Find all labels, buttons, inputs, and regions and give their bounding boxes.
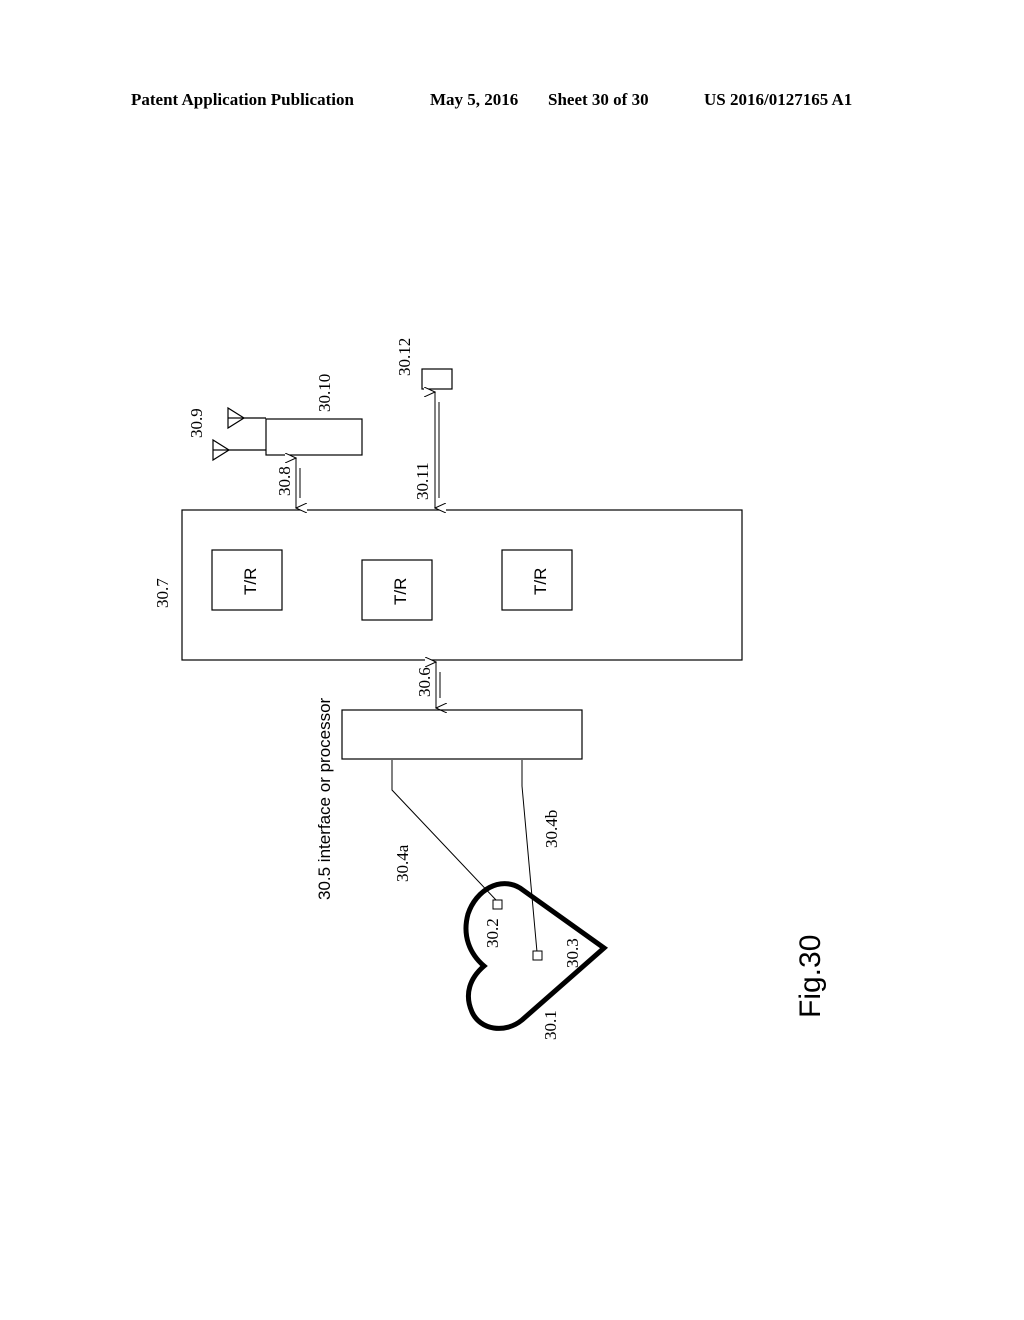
- label-link-interface: 30.6: [415, 667, 434, 697]
- transceiver-label-3: T/R: [531, 568, 550, 595]
- label-electrode-b: 30.3: [563, 938, 582, 968]
- label-external-device: 30.12: [395, 338, 414, 376]
- interface-box: [341, 709, 583, 760]
- electrode-a: [492, 899, 503, 910]
- antenna-icon: [227, 406, 266, 430]
- label-radio-module: 30.10: [315, 374, 334, 412]
- label-transceiver-unit: 30.7: [153, 578, 172, 608]
- transceiver-unit-box: [181, 509, 743, 661]
- label-interface: 30.5 interface or processor: [315, 697, 334, 900]
- transceiver-label-2: T/R: [391, 578, 410, 605]
- figure-caption: Fig.30: [794, 935, 827, 1018]
- electrode-b: [532, 950, 543, 961]
- radio-module-box: [265, 418, 363, 456]
- transceiver-label-1: T/R: [241, 568, 260, 595]
- label-lead-a: 30.4a: [393, 844, 412, 882]
- label-electrode-a: 30.2: [483, 918, 502, 948]
- external-device-box: [421, 368, 453, 390]
- label-lead-b: 30.4b: [542, 810, 561, 848]
- figure-30-diagram: 30.7 T/R T/R T/R 30.10 30.9 30.8 30.12 3…: [153, 338, 827, 1040]
- label-heart: 30.1: [541, 1010, 560, 1040]
- lead-b: [521, 760, 538, 953]
- label-link-external: 30.11: [413, 462, 432, 500]
- label-antennas: 30.9: [187, 408, 206, 438]
- antenna-icon: [212, 438, 266, 462]
- label-link-radio: 30.8: [275, 466, 294, 496]
